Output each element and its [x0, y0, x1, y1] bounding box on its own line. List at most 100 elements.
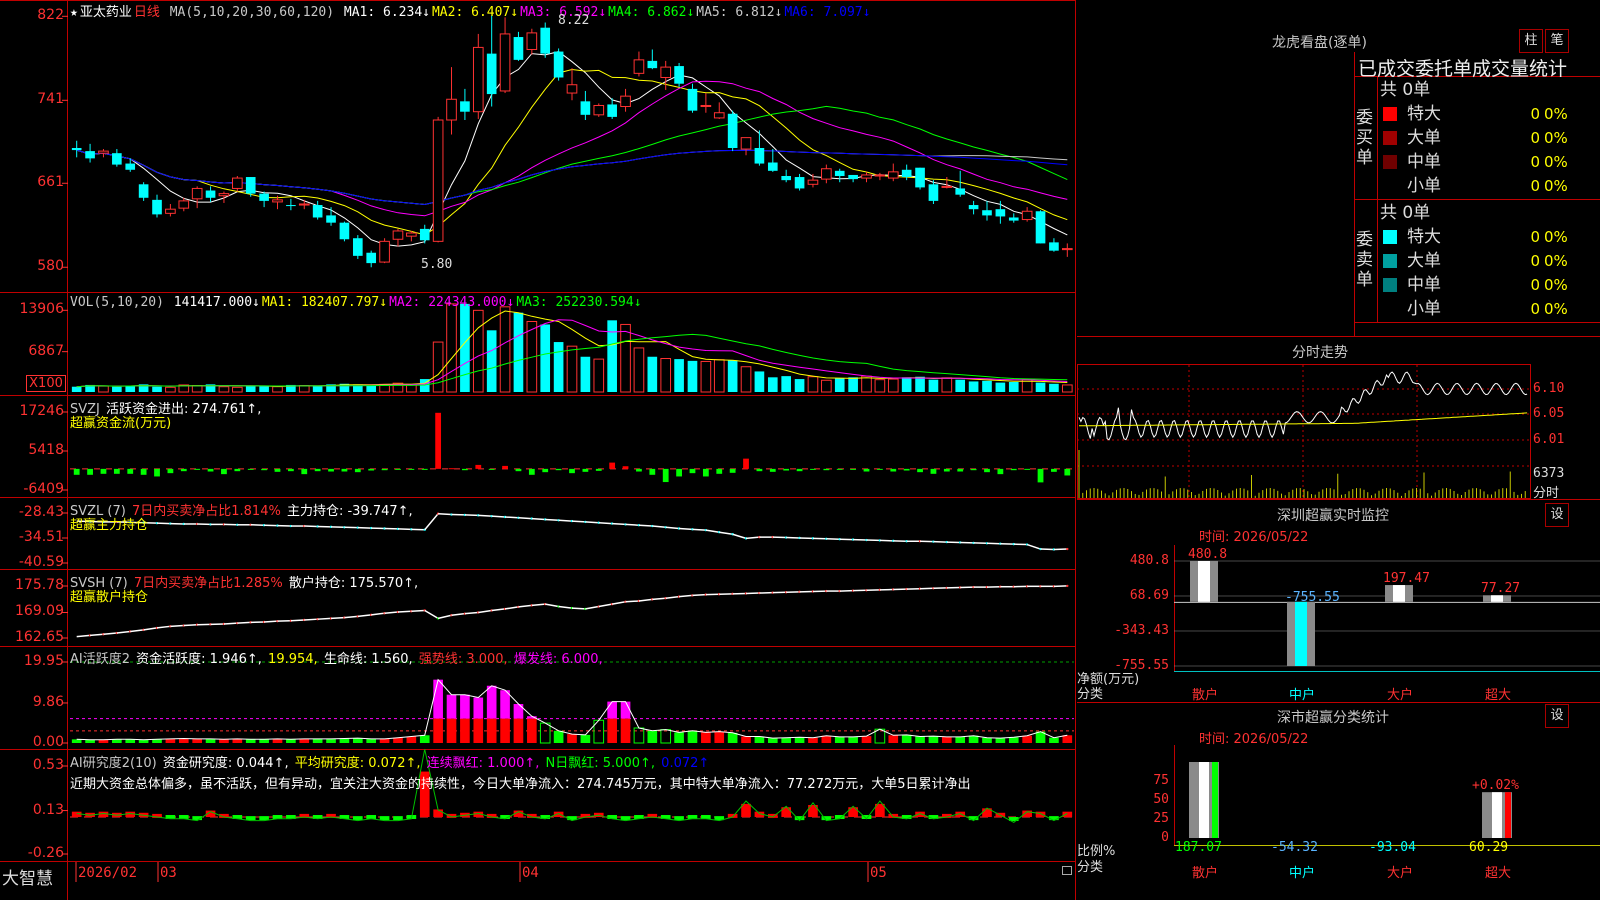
ai-active-bar-base — [620, 718, 631, 743]
ai-research-bar — [352, 816, 363, 821]
svsh-line — [371, 612, 385, 616]
ai-active-bar — [1062, 735, 1073, 743]
candle-body — [85, 151, 95, 159]
candle — [526, 28, 538, 55]
ai-active-bar — [352, 738, 363, 743]
period-label[interactable]: 日线 — [134, 5, 160, 20]
fenshi-vol-top: 6373 — [1533, 466, 1565, 481]
svzj-bar — [756, 468, 763, 472]
svsh-line — [103, 632, 117, 635]
svzj-bar — [395, 468, 401, 470]
candle — [513, 31, 524, 61]
vol-bar — [312, 386, 323, 392]
svzj-bar — [609, 462, 616, 469]
candle-body — [406, 232, 417, 237]
candle-body — [298, 203, 310, 206]
svzj-bar — [743, 458, 749, 469]
candle-body — [1061, 248, 1073, 251]
candle-body — [941, 185, 953, 188]
y-tick: 169.09 — [15, 603, 64, 620]
vol-bar — [499, 306, 511, 393]
ai-research-caption: AI研究度2(10) 资金研究度: 0.044↑, 平均研究度: 0.072↑,… — [70, 752, 711, 771]
vol-panel-caption: VOL(5,10,20) 141417.000↓ MA1: 182407.797↓… — [70, 295, 646, 310]
vol-bar — [1008, 382, 1019, 392]
vol-bar — [218, 386, 230, 393]
svzj-bar — [569, 468, 575, 474]
brand-label[interactable]: 大智慧 — [2, 864, 53, 889]
svsh-line — [531, 603, 546, 607]
favorite-star-icon[interactable]: ★ — [70, 5, 78, 20]
svzj-bar — [796, 468, 803, 472]
candle — [1008, 213, 1019, 223]
svzj-bar — [488, 468, 495, 470]
ai-research-v3: 连续飘红: 1.000↑, — [426, 756, 540, 771]
column-mode-button[interactable]: 柱 — [1519, 29, 1543, 53]
svzl-line — [745, 536, 760, 540]
candle — [312, 200, 323, 220]
svzj-bar — [448, 468, 455, 470]
svzj-bar — [877, 468, 883, 470]
candle-body — [486, 53, 497, 95]
candle-body — [674, 66, 684, 84]
vol-bar — [740, 366, 752, 393]
y-tick: -6409 — [23, 481, 64, 497]
candle — [540, 22, 551, 58]
kline-area[interactable]: ★ 亚太药业 日线 MA(5,10,20,30,60,120) MA1: 6.234… — [0, 0, 1076, 900]
ai-active-bar — [393, 737, 403, 743]
svzj-bar — [113, 468, 120, 474]
ai-active-bar-top — [433, 679, 443, 719]
vol-bar — [754, 371, 765, 392]
candle — [419, 224, 430, 244]
value-item: MA1: 6.234↓ — [343, 5, 430, 20]
candle — [915, 167, 925, 190]
svsh-line — [116, 630, 131, 634]
sz-class-title: 深市超赢分类统计 — [1277, 710, 1389, 726]
svzl-line — [705, 529, 720, 533]
svzj-bar — [127, 468, 134, 474]
vol-bar — [232, 386, 243, 393]
candle-body — [245, 177, 256, 194]
candle-body — [647, 60, 658, 69]
svsh-line — [612, 601, 626, 605]
szm-bar-highlight — [1393, 585, 1405, 602]
tick-mode-button[interactable]: 笔 — [1545, 29, 1569, 53]
value-item: 141417.000↓ — [173, 295, 260, 310]
svsh-line — [491, 608, 506, 612]
svzj-bar — [515, 468, 522, 472]
ai-active-bar-base — [473, 718, 484, 743]
candle — [754, 130, 765, 166]
szm-y-tick: 68.69 — [1129, 587, 1169, 603]
svzj-bar — [903, 468, 910, 471]
ai-active-bar — [379, 738, 390, 743]
svzj-bar — [810, 468, 816, 470]
vol-bar — [674, 359, 684, 392]
y-tick: 822 — [37, 7, 64, 24]
sz-class-settings-button[interactable]: 设 — [1545, 704, 1569, 728]
svzl-line — [679, 527, 693, 531]
vol-bar — [848, 377, 858, 392]
ai-active-bar — [741, 736, 751, 743]
ai-active-bar — [995, 738, 1006, 743]
vol-caption: VOL(5,10,20) — [70, 295, 164, 310]
candle — [379, 238, 390, 264]
ai-active-bar — [928, 736, 939, 743]
candle — [982, 200, 992, 221]
vol-bar — [807, 376, 819, 393]
y-tick: 9.86 — [32, 693, 64, 710]
candle — [941, 177, 953, 189]
vol-bar — [821, 379, 832, 393]
vol-bar — [540, 324, 551, 392]
ai-active-bar — [754, 736, 765, 743]
date-label: 2026/02 — [78, 865, 138, 881]
sz-monitor-settings-button[interactable]: 设 — [1545, 503, 1569, 527]
lock-icon[interactable] — [1062, 866, 1072, 875]
candle — [259, 191, 269, 208]
candle-body — [540, 27, 551, 54]
vol-unit-label[interactable]: X100 — [26, 375, 66, 392]
sz-class-annotation: +0.02% — [1472, 778, 1519, 793]
ai-active-bar — [580, 734, 591, 743]
order-percent: 0% — [1544, 177, 1568, 195]
ai-active-bar-base — [460, 718, 470, 743]
candle — [1021, 207, 1033, 222]
svsh-line — [478, 609, 492, 614]
